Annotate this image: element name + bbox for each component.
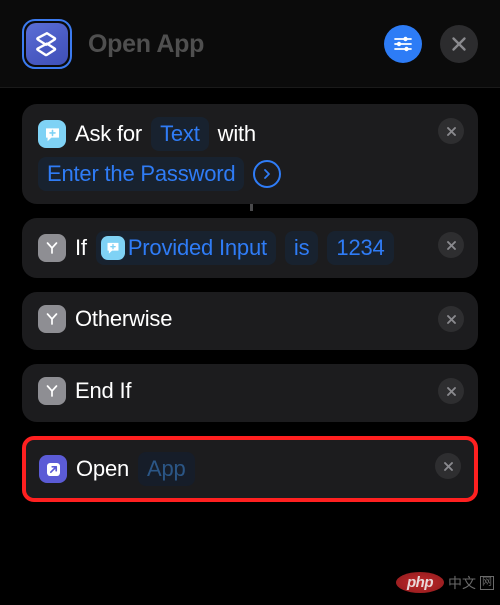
branch-y-icon [38, 377, 66, 405]
action-card-content: End If [38, 377, 462, 405]
parameter-pill-operator[interactable]: is [284, 231, 319, 265]
close-icon [443, 461, 453, 471]
close-icon [446, 314, 456, 324]
branch-y-icon [38, 234, 66, 262]
watermark-box-text: 网 [480, 575, 494, 590]
action-text: Otherwise [75, 306, 173, 331]
parameter-pill-app[interactable]: App [138, 452, 195, 486]
action-card-content: Ask for Text with Enter the Password [38, 117, 462, 191]
action-card-content: Otherwise [38, 305, 462, 333]
arrow-up-right-box-icon [39, 455, 67, 483]
branch-y-glyph [46, 313, 58, 325]
speech-bubble-plus-icon [38, 120, 66, 148]
action-card-if[interactable]: If Provided Input is 1234 [22, 218, 478, 278]
settings-button[interactable] [384, 25, 422, 63]
close-button[interactable] [440, 25, 478, 63]
watermark-cn-text: 中文 [448, 574, 476, 591]
action-card-open-app[interactable]: Open App [22, 436, 478, 502]
close-icon [446, 386, 456, 396]
speech-bubble-plus-icon [100, 236, 125, 260]
close-icon [452, 37, 466, 51]
parameter-pill-prompt[interactable]: Enter the Password [38, 157, 245, 191]
action-card-otherwise[interactable]: Otherwise [22, 292, 478, 350]
header-actions [384, 25, 478, 63]
shortcuts-editor-screen: Open App Ask for Text with Enter the Pas… [0, 0, 500, 605]
editor-header: Open App [0, 0, 500, 88]
action-card-end-if[interactable]: End If [22, 364, 478, 422]
sliders-icon [394, 36, 412, 52]
watermark-logo: php [396, 572, 444, 593]
remove-action-button[interactable] [435, 453, 461, 479]
arrow-up-right-box-glyph [46, 462, 60, 476]
action-text: with [217, 121, 257, 146]
shortcuts-app-icon-glyph [26, 23, 68, 65]
parameter-pill-text[interactable]: Text [151, 117, 209, 151]
action-text: End If [75, 378, 132, 403]
action-card-content: If Provided Input is 1234 [38, 231, 462, 265]
action-card-ask-for-input[interactable]: Ask for Text with Enter the Password [22, 104, 478, 204]
remove-action-button[interactable] [438, 378, 464, 404]
watermark: php 中文 网 [396, 572, 494, 593]
shortcuts-app-icon[interactable] [22, 19, 72, 69]
remove-action-button[interactable] [438, 232, 464, 258]
parameter-pill-value[interactable]: 1234 [327, 231, 394, 265]
stacked-diamonds-icon [36, 32, 57, 57]
close-icon [446, 240, 456, 250]
chevron-right-icon[interactable] [253, 160, 282, 188]
action-list: Ask for Text with Enter the Password If … [0, 88, 500, 502]
branch-y-glyph [46, 242, 58, 254]
close-icon [446, 126, 456, 136]
variable-label: Provided Input [127, 235, 267, 260]
remove-action-button[interactable] [438, 118, 464, 144]
branch-y-icon [38, 305, 66, 333]
speech-bubble-plus-glyph [45, 127, 59, 141]
action-card-content: Open App [39, 452, 461, 486]
action-text: Open [76, 456, 130, 481]
remove-action-button[interactable] [438, 306, 464, 332]
parameter-pill-variable[interactable]: Provided Input [95, 231, 276, 265]
speech-bubble-plus-glyph [107, 242, 119, 254]
page-title: Open App [88, 29, 205, 58]
action-text: Ask for [75, 121, 143, 146]
chevron-right-glyph [264, 169, 271, 179]
action-text: If [75, 235, 87, 260]
branch-y-glyph [46, 385, 58, 397]
